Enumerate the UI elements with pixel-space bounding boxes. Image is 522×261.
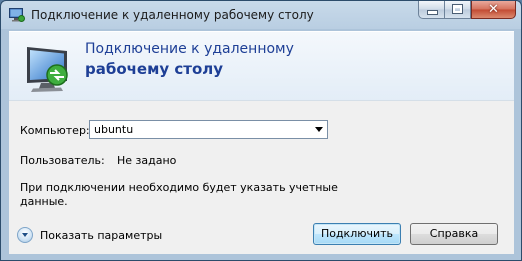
user-value: Не задано bbox=[117, 154, 177, 167]
rdp-window: Подключение к удаленному рабочему столу … bbox=[0, 0, 522, 261]
dropdown-arrow-icon[interactable] bbox=[315, 127, 323, 132]
header-banner: Подключение к удаленному рабочему столу bbox=[9, 31, 514, 101]
info-text-line1: При подключении необходимо будет указать… bbox=[20, 181, 338, 194]
show-options-label[interactable]: Показать параметры bbox=[40, 229, 162, 242]
help-button[interactable]: Справка bbox=[410, 223, 498, 245]
banner-title-line1: Подключение к удаленному bbox=[85, 41, 294, 57]
computer-label: Компьютер: bbox=[20, 124, 90, 137]
maximize-icon bbox=[453, 5, 462, 13]
minimize-button[interactable] bbox=[418, 1, 445, 19]
banner-title-line2: рабочему столу bbox=[85, 60, 224, 78]
minimize-icon bbox=[428, 11, 437, 14]
maximize-button[interactable] bbox=[445, 1, 471, 19]
computer-combobox-value[interactable]: ubuntu bbox=[94, 123, 133, 136]
close-icon: ✕ bbox=[488, 2, 499, 17]
remote-desktop-icon[interactable] bbox=[9, 8, 25, 22]
computer-combobox[interactable]: ubuntu bbox=[89, 120, 328, 139]
info-text-line2: данные. bbox=[20, 195, 68, 208]
remote-desktop-monitor-icon bbox=[27, 47, 68, 92]
close-button[interactable]: ✕ bbox=[471, 1, 516, 19]
expand-options-icon[interactable] bbox=[17, 227, 33, 243]
dialog-body: Компьютер: ubuntu Пользователь: Не задан… bbox=[9, 100, 514, 254]
connect-button[interactable]: Подключить bbox=[313, 223, 401, 245]
caption-buttons: ✕ bbox=[418, 1, 516, 21]
window-title: Подключение к удаленному рабочему столу bbox=[31, 8, 314, 22]
user-label: Пользователь: bbox=[20, 154, 105, 167]
title-bar[interactable]: Подключение к удаленному рабочему столу … bbox=[1, 1, 521, 31]
